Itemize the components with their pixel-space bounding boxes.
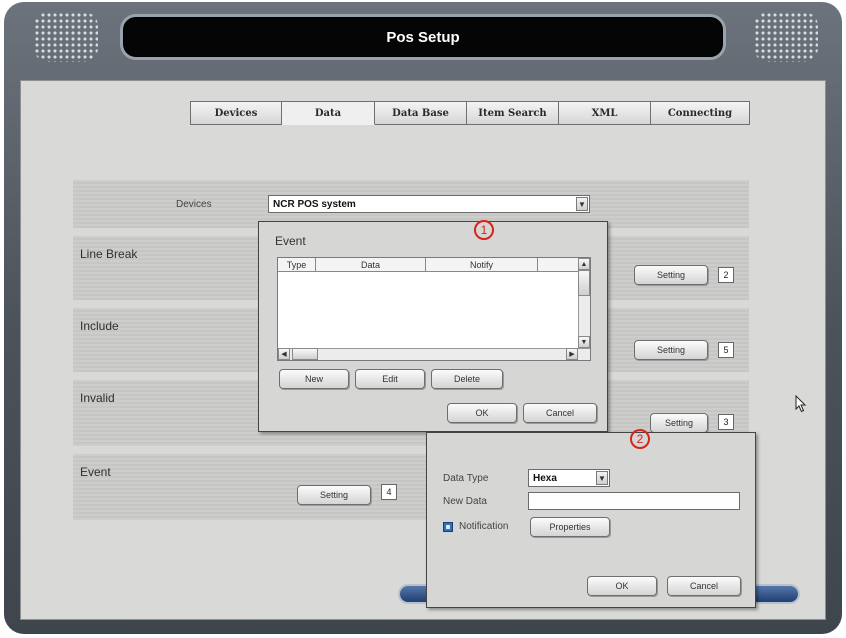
scroll-up-icon[interactable]: ▲	[578, 258, 590, 270]
event-dialog: Event Type Data Notify ▲ ▼ ◀ ▶ New Edit …	[258, 221, 608, 432]
event-setting-button[interactable]: Setting	[297, 485, 371, 505]
data-type-value: Hexa	[533, 472, 557, 484]
include-setting-button[interactable]: Setting	[634, 340, 708, 360]
tab-data-base[interactable]: Data Base	[375, 101, 467, 125]
new-data-label: New Data	[443, 496, 487, 507]
tab-data[interactable]: Data	[282, 101, 375, 125]
scroll-right-icon[interactable]: ▶	[566, 348, 578, 360]
event-title: Event	[80, 465, 111, 479]
scroll-down-icon[interactable]: ▼	[578, 336, 590, 348]
event-list-vscroll[interactable]: ▲ ▼	[578, 258, 590, 360]
event-list[interactable]: Type Data Notify ▲ ▼ ◀ ▶	[277, 257, 591, 361]
annotation-marker-1: 1	[474, 220, 494, 240]
include-count[interactable]: 5	[718, 342, 734, 358]
tab-item-search[interactable]: Item Search	[467, 101, 559, 125]
event-delete-button[interactable]: Delete	[431, 369, 503, 389]
invalid-setting-button[interactable]: Setting	[650, 413, 708, 433]
scroll-thumb[interactable]	[578, 270, 590, 296]
event-list-header: Type Data Notify	[278, 258, 578, 272]
column-data[interactable]: Data	[316, 258, 426, 271]
data-type-select[interactable]: Hexa ▼	[528, 469, 610, 487]
window-title: Pos Setup	[120, 14, 726, 60]
scroll-left-icon[interactable]: ◀	[278, 348, 290, 360]
column-type[interactable]: Type	[278, 258, 316, 271]
data-type-label: Data Type	[443, 473, 489, 484]
devices-select-value: NCR POS system	[273, 198, 356, 210]
devices-select[interactable]: NCR POS system ▼	[268, 195, 590, 213]
tab-xml[interactable]: XML	[559, 101, 651, 125]
data-ok-button[interactable]: OK	[587, 576, 657, 596]
line-break-setting-button[interactable]: Setting	[634, 265, 708, 285]
line-break-count[interactable]: 2	[718, 267, 734, 283]
mouse-cursor-icon	[795, 395, 807, 413]
notification-label: Notification	[459, 521, 509, 532]
event-new-button[interactable]: New	[279, 369, 349, 389]
data-cancel-button[interactable]: Cancel	[667, 576, 741, 596]
chevron-down-icon[interactable]: ▼	[576, 197, 588, 211]
notification-checkbox[interactable]	[443, 522, 453, 532]
speaker-grille-left	[34, 12, 98, 62]
column-extra	[538, 258, 578, 271]
invalid-count[interactable]: 3	[718, 414, 734, 430]
devices-label: Devices	[176, 199, 212, 210]
event-ok-button[interactable]: OK	[447, 403, 517, 423]
event-cancel-button[interactable]: Cancel	[523, 403, 597, 423]
annotation-marker-2: 2	[630, 429, 650, 449]
event-count[interactable]: 4	[381, 484, 397, 500]
tab-connecting[interactable]: Connecting	[651, 101, 750, 125]
tab-bar: Devices Data Data Base Item Search XML C…	[190, 101, 750, 125]
new-data-input[interactable]	[528, 492, 740, 510]
invalid-title: Invalid	[80, 391, 115, 405]
event-list-hscroll[interactable]: ◀ ▶	[278, 348, 590, 360]
tab-devices[interactable]: Devices	[190, 101, 282, 125]
line-break-title: Line Break	[80, 247, 138, 261]
data-type-dialog: Data Type Hexa ▼ New Data Notification P…	[426, 432, 756, 608]
properties-button[interactable]: Properties	[530, 517, 610, 537]
column-notify[interactable]: Notify	[426, 258, 538, 271]
event-edit-button[interactable]: Edit	[355, 369, 425, 389]
speaker-grille-right	[754, 12, 818, 62]
include-title: Include	[80, 319, 119, 333]
chevron-down-icon[interactable]: ▼	[596, 471, 608, 485]
hscroll-thumb[interactable]	[292, 348, 318, 360]
event-dialog-title: Event	[275, 234, 306, 248]
